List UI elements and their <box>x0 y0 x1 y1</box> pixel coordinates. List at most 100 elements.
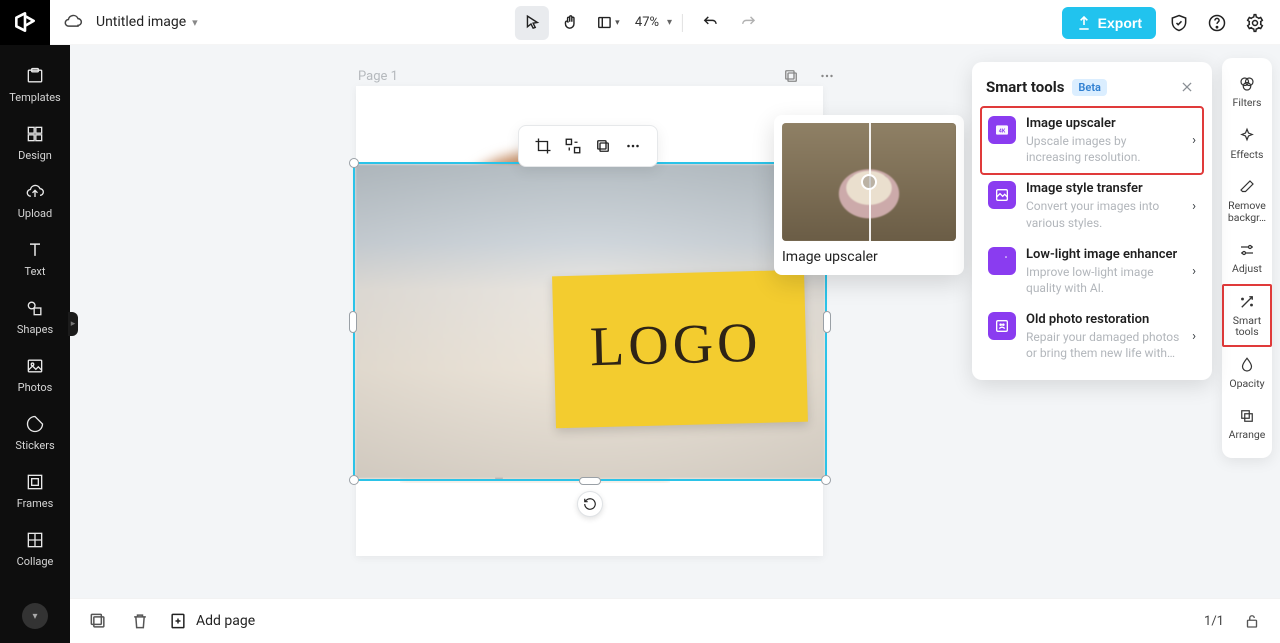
document-title[interactable]: Untitled image ▾ <box>96 14 198 30</box>
sidebar-item-label: Text <box>25 265 46 278</box>
smart-tool-style-transfer[interactable]: Image style transfer Convert your images… <box>982 173 1202 238</box>
chevron-right-icon: › <box>1192 264 1196 279</box>
lowlight-icon <box>988 247 1016 275</box>
effects-icon <box>1237 126 1257 146</box>
sidebar-item-templates[interactable]: Templates <box>0 56 70 114</box>
sidebar-item-frames[interactable]: Frames <box>0 462 70 520</box>
settings-icon[interactable] <box>1240 8 1270 38</box>
sidebar-item-label: Stickers <box>15 439 54 452</box>
upload-icon <box>24 181 46 203</box>
text-icon <box>24 239 46 261</box>
separator <box>682 14 683 32</box>
bottombar-right: 1/1 <box>1204 607 1266 635</box>
sidebar-item-stickers[interactable]: Stickers <box>0 404 70 462</box>
right-item-remove-bg[interactable]: Remove backgr… <box>1222 169 1272 232</box>
right-item-arrange[interactable]: Arrange <box>1222 398 1272 450</box>
close-icon[interactable] <box>1176 76 1198 98</box>
chevron-right-icon: › <box>1192 133 1196 148</box>
smart-tool-old-photo[interactable]: Old photo restoration Repair your damage… <box>982 304 1202 369</box>
resize-handle-br[interactable] <box>821 475 831 485</box>
right-sidebar: Filters Effects Remove backgr… Adjust Sm… <box>1222 58 1272 458</box>
shield-icon[interactable] <box>1164 8 1194 38</box>
resize-handle-tl[interactable] <box>349 158 359 168</box>
magic-icon <box>1237 292 1257 312</box>
restore-icon <box>988 312 1016 340</box>
smart-tools-header: Smart tools Beta <box>982 76 1202 108</box>
sidebar-item-text[interactable]: Text <box>0 230 70 288</box>
smart-tool-low-light[interactable]: Low-light image enhancer Improve low-lig… <box>982 239 1202 304</box>
add-page-button[interactable]: Add page <box>168 611 255 631</box>
selection-toolbar <box>518 125 658 167</box>
chevron-right-icon: › <box>1192 199 1196 214</box>
smart-tool-desc: Upscale images by increasing resolution. <box>1026 133 1182 165</box>
more-icon[interactable] <box>619 132 647 160</box>
right-item-opacity[interactable]: Opacity <box>1222 347 1272 399</box>
sidebar-expand-handle[interactable]: ▸ <box>68 312 78 336</box>
sidebar-item-collage[interactable]: Collage <box>0 520 70 578</box>
sidebar-item-label: Photos <box>18 381 53 394</box>
resize-canvas[interactable]: ▾ <box>591 6 625 40</box>
sidebar-item-label: Frames <box>17 497 54 510</box>
app-logo[interactable] <box>0 0 50 45</box>
upscaler-icon: 4K <box>988 116 1016 144</box>
chevron-down-icon: ▾ <box>667 17 672 28</box>
right-item-label: Opacity <box>1229 378 1264 390</box>
rotate-handle[interactable] <box>577 491 603 517</box>
smart-tools-title: Smart tools <box>986 78 1064 96</box>
right-item-filters[interactable]: Filters <box>1222 66 1272 118</box>
right-item-label: Arrange <box>1229 429 1266 441</box>
lock-icon[interactable] <box>1238 607 1266 635</box>
smart-tool-title: Image style transfer <box>1026 181 1182 196</box>
zoom-value: 47% <box>635 15 659 30</box>
adjust-icon <box>1237 240 1257 260</box>
tool-preview-card: Image upscaler <box>774 115 964 275</box>
layers-icon[interactable] <box>84 607 112 635</box>
collage-icon <box>24 529 46 551</box>
smart-tool-desc: Convert your images into various styles. <box>1026 198 1182 230</box>
resize-handle-bl[interactable] <box>349 475 359 485</box>
topbar: Untitled image ▾ ▾ 47% ▾ Export <box>0 0 1280 45</box>
sidebar-more-button[interactable]: ▾ <box>22 603 48 629</box>
undo-button[interactable] <box>693 6 727 40</box>
help-icon[interactable] <box>1202 8 1232 38</box>
delete-icon[interactable] <box>126 607 154 635</box>
smart-tool-title: Old photo restoration <box>1026 312 1182 327</box>
crop-handle-bottom[interactable] <box>579 477 601 485</box>
export-label: Export <box>1098 15 1142 31</box>
hand-tool[interactable] <box>553 6 587 40</box>
crop-handle-right[interactable] <box>823 311 831 333</box>
redo-button[interactable] <box>731 6 765 40</box>
sidebar-item-upload[interactable]: Upload <box>0 172 70 230</box>
tool-preview-label: Image upscaler <box>782 249 956 265</box>
replace-icon[interactable] <box>559 132 587 160</box>
before-after-handle <box>861 174 877 190</box>
cloud-sync-icon[interactable] <box>60 9 86 35</box>
right-item-label: Remove backgr… <box>1222 200 1272 223</box>
zoom-level[interactable]: 47% ▾ <box>635 15 672 30</box>
sidebar-item-label: Design <box>18 149 52 162</box>
filters-icon <box>1237 74 1257 94</box>
sidebar-item-shapes[interactable]: Shapes <box>0 288 70 346</box>
crop-icon[interactable] <box>529 132 557 160</box>
right-item-smart-tools[interactable]: Smart tools <box>1222 284 1272 347</box>
chevron-down-icon: ▾ <box>192 16 198 29</box>
smart-tool-image-upscaler[interactable]: 4K Image upscaler Upscale images by incr… <box>982 108 1202 173</box>
sidebar-item-photos[interactable]: Photos <box>0 346 70 404</box>
pointer-tool[interactable] <box>515 6 549 40</box>
tool-preview-image <box>782 123 956 241</box>
sidebar-item-design[interactable]: Design <box>0 114 70 172</box>
canvas-card-text: LOGO <box>589 311 762 379</box>
export-button[interactable]: Export <box>1062 7 1156 39</box>
bottombar: Add page 1/1 <box>70 598 1280 643</box>
svg-text:4K: 4K <box>999 129 1006 135</box>
sidebar-item-label: Collage <box>17 555 54 568</box>
crop-handle-left[interactable] <box>349 311 357 333</box>
right-item-adjust[interactable]: Adjust <box>1222 232 1272 284</box>
right-item-label: Adjust <box>1232 263 1262 275</box>
right-item-label: Filters <box>1233 97 1262 109</box>
duplicate-icon[interactable] <box>589 132 617 160</box>
right-item-effects[interactable]: Effects <box>1222 118 1272 170</box>
page-label: Page 1 <box>358 69 398 84</box>
canvas-tools: ▾ 47% ▾ <box>515 0 765 45</box>
photos-icon <box>24 355 46 377</box>
